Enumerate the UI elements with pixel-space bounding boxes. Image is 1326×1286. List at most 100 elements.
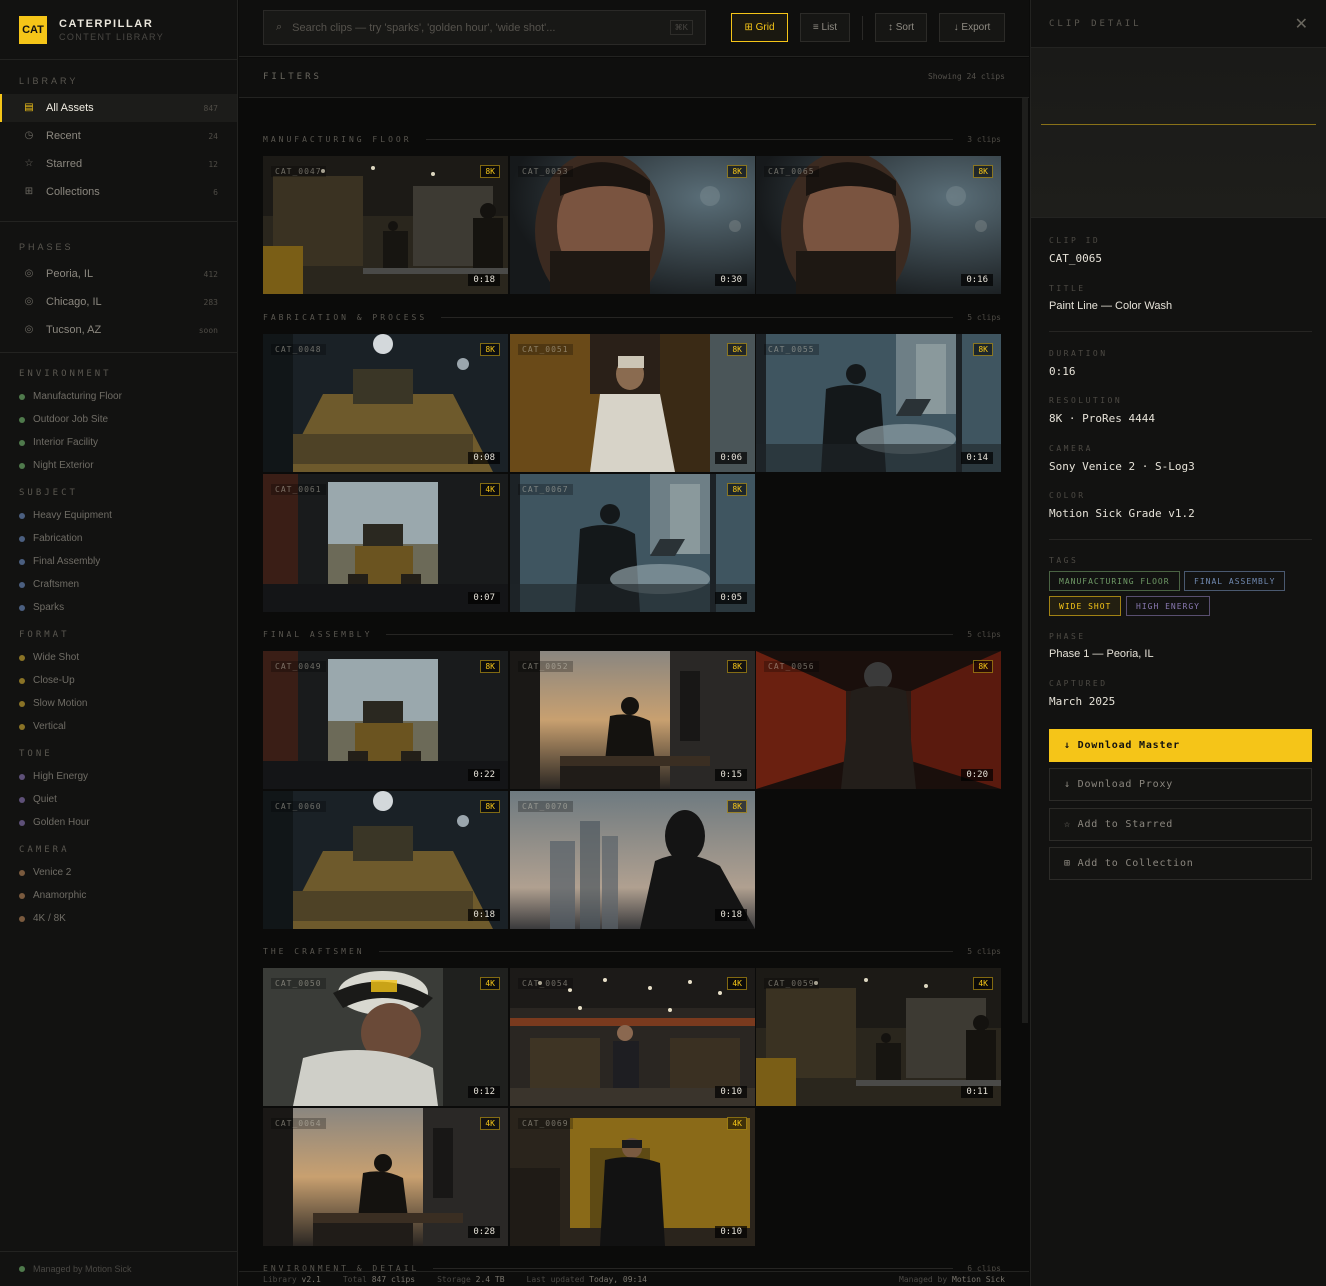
clip-tile[interactable]: CAT_0055 8K 0:14 bbox=[756, 334, 1001, 472]
tag-chip[interactable]: MANUFACTURING FLOOR bbox=[1049, 571, 1180, 591]
phase-value: Phase 1 — Peoria, IL bbox=[1049, 648, 1154, 660]
sort-button[interactable]: ↕ Sort bbox=[875, 13, 927, 42]
resolution-value: 8K · ProRes 4444 bbox=[1049, 412, 1155, 425]
clip-tile[interactable]: CAT_0049 8K 0:22 bbox=[263, 651, 508, 789]
search-input[interactable]: ⌕ Search clips — try 'sparks', 'golden h… bbox=[263, 10, 706, 45]
tag-filter-item[interactable]: Interior Facility bbox=[0, 431, 237, 454]
sidebar-library-item[interactable]: ☆ Starred 12 bbox=[0, 150, 237, 178]
duration-value: 0:16 bbox=[1049, 365, 1076, 378]
resolution-badge: 8K bbox=[973, 165, 993, 178]
clip-tile[interactable]: CAT_0054 4K 0:10 bbox=[510, 968, 755, 1106]
resolution-badge: 8K bbox=[727, 800, 747, 813]
tag-filter-item[interactable]: Close-Up bbox=[0, 669, 237, 692]
duration-badge: 0:16 bbox=[961, 274, 993, 286]
tag-dot bbox=[19, 535, 25, 542]
clip-tile[interactable]: CAT_0059 4K 0:11 bbox=[756, 968, 1001, 1106]
tag-filter-label: Outdoor Job Site bbox=[33, 414, 109, 425]
status-storage-value: 2.4 TB bbox=[475, 1274, 505, 1284]
topbar: ⌕ Search clips — try 'sparks', 'golden h… bbox=[239, 0, 1029, 57]
clip-tile[interactable]: CAT_0067 8K 0:05 bbox=[510, 474, 755, 612]
clip-id-badge: CAT_0067 bbox=[518, 484, 573, 495]
tag-filter-item[interactable]: Outdoor Job Site bbox=[0, 408, 237, 431]
clip-tile[interactable]: CAT_0047 8K 0:18 bbox=[263, 156, 508, 294]
sidebar-library-item[interactable]: ▤ All Assets 847 bbox=[0, 94, 237, 122]
tag-filter-item[interactable]: Anamorphic bbox=[0, 884, 237, 907]
filters-bar[interactable]: FILTERS Showing 24 clips bbox=[239, 58, 1029, 98]
clip-tile[interactable]: CAT_0048 8K 0:08 bbox=[263, 334, 508, 472]
tag-filter-item[interactable]: Heavy Equipment bbox=[0, 504, 237, 527]
tag-filter-item[interactable]: Manufacturing Floor bbox=[0, 385, 237, 408]
grid-view-button[interactable]: ⊞ Grid bbox=[731, 13, 788, 42]
clip-tile[interactable]: CAT_0053 8K 0:30 bbox=[510, 156, 755, 294]
tag-filter-item[interactable]: Slow Motion bbox=[0, 692, 237, 715]
clip-tile[interactable]: CAT_0050 4K 0:12 bbox=[263, 968, 508, 1106]
tag-filter-item[interactable]: Night Exterior bbox=[0, 454, 237, 477]
tag-filter-item[interactable]: 4K / 8K bbox=[0, 907, 237, 930]
tag-dot bbox=[19, 604, 25, 611]
sidebar-footer: Managed by Motion Sick bbox=[0, 1251, 238, 1286]
clip-tile[interactable]: CAT_0064 4K 0:28 bbox=[263, 1108, 508, 1246]
tag-filter-item[interactable]: Venice 2 bbox=[0, 861, 237, 884]
tag-filter-label: Heavy Equipment bbox=[33, 510, 112, 521]
tag-filter-item[interactable]: High Energy bbox=[0, 765, 237, 788]
resolution-badge: 4K bbox=[480, 977, 500, 990]
tag-filter-item[interactable]: Craftsmen bbox=[0, 573, 237, 596]
sidebar-library-label: All Assets bbox=[46, 102, 94, 114]
duration-badge: 0:18 bbox=[715, 909, 747, 921]
tag-filter-item[interactable]: Final Assembly bbox=[0, 550, 237, 573]
status-managed-label: Managed by bbox=[899, 1274, 948, 1284]
tag-filter-item[interactable]: Fabrication bbox=[0, 527, 237, 550]
tag-filter-item[interactable]: Sparks bbox=[0, 596, 237, 619]
list-view-button[interactable]: ≡ List bbox=[800, 13, 850, 42]
duration-badge: 0:08 bbox=[468, 452, 500, 464]
library-section-title: LIBRARY bbox=[19, 76, 79, 86]
clip-tile[interactable]: CAT_0056 8K 0:20 bbox=[756, 651, 1001, 789]
add-to-collection-button[interactable]: ⊞ Add to Collection bbox=[1049, 847, 1312, 880]
sidebar-phase-item[interactable]: ◎ Tucson, AZ soon bbox=[0, 316, 237, 344]
add-to-starred-button[interactable]: ☆ Add to Starred bbox=[1049, 808, 1312, 841]
download-proxy-button[interactable]: ↓ Download Proxy bbox=[1049, 768, 1312, 801]
tag-group-title: TONE bbox=[19, 749, 53, 759]
tag-filter-label: Quiet bbox=[33, 794, 57, 805]
tag-dot bbox=[19, 915, 25, 922]
sidebar-phase-item[interactable]: ◎ Chicago, IL 283 bbox=[0, 288, 237, 316]
clip-preview[interactable] bbox=[1031, 48, 1326, 218]
clip-tile[interactable]: CAT_0060 8K 0:18 bbox=[263, 791, 508, 929]
sidebar-library-item[interactable]: ⊞ Collections 6 bbox=[0, 178, 237, 206]
resolution-badge: 4K bbox=[727, 1117, 747, 1130]
close-icon[interactable]: ✕ bbox=[1295, 14, 1308, 34]
tag-filter-item[interactable]: Golden Hour bbox=[0, 811, 237, 834]
clip-id-badge: CAT_0056 bbox=[764, 661, 819, 672]
download-master-button[interactable]: ↓ Download Master bbox=[1049, 729, 1312, 762]
resolution-badge: 8K bbox=[973, 343, 993, 356]
clip-tile[interactable]: CAT_0065 8K 0:16 bbox=[756, 156, 1001, 294]
clip-id-badge: CAT_0049 bbox=[271, 661, 326, 672]
tag-chip[interactable]: FINAL ASSEMBLY bbox=[1184, 571, 1286, 591]
status-total-value: 847 clips bbox=[371, 1274, 416, 1284]
sidebar-phase-item[interactable]: ◎ Peoria, IL 412 bbox=[0, 260, 237, 288]
tag-chip[interactable]: WIDE SHOT bbox=[1049, 596, 1122, 616]
tag-filter-item[interactable]: Vertical bbox=[0, 715, 237, 738]
status-updated-value: Today, 09:14 bbox=[589, 1274, 647, 1284]
duration-badge: 0:07 bbox=[468, 592, 500, 604]
group-rule bbox=[386, 633, 954, 635]
tag-filter-item[interactable]: Wide Shot bbox=[0, 646, 237, 669]
sidebar-library-item[interactable]: ◷ Recent 24 bbox=[0, 122, 237, 150]
export-button[interactable]: ↓ Export bbox=[939, 13, 1005, 42]
group-header: THE CRAFTSMEN 5 clips bbox=[263, 945, 1001, 957]
clip-tile[interactable]: CAT_0069 4K 0:10 bbox=[510, 1108, 755, 1246]
tag-filter-item[interactable]: Quiet bbox=[0, 788, 237, 811]
tag-filter-label: Sparks bbox=[33, 602, 65, 613]
tag-chip[interactable]: HIGH ENERGY bbox=[1126, 596, 1210, 616]
scrollbar[interactable] bbox=[1022, 98, 1028, 1023]
clip-tile[interactable]: CAT_0051 8K 0:06 bbox=[510, 334, 755, 472]
clip-tile[interactable]: CAT_0061 4K 0:07 bbox=[263, 474, 508, 612]
status-bar: Library v2.1 Total 847 clips Storage 2.4… bbox=[239, 1271, 1029, 1286]
clip-tile[interactable]: CAT_0052 8K 0:15 bbox=[510, 651, 755, 789]
duration-badge: 0:22 bbox=[468, 769, 500, 781]
tag-filter-label: Craftsmen bbox=[33, 579, 80, 590]
clip-tile[interactable]: CAT_0070 8K 0:18 bbox=[510, 791, 755, 929]
tag-filter-label: Vertical bbox=[33, 721, 66, 732]
group-header: FABRICATION & PROCESS 5 clips bbox=[263, 311, 1001, 323]
clip-id-badge: CAT_0069 bbox=[518, 1118, 573, 1129]
